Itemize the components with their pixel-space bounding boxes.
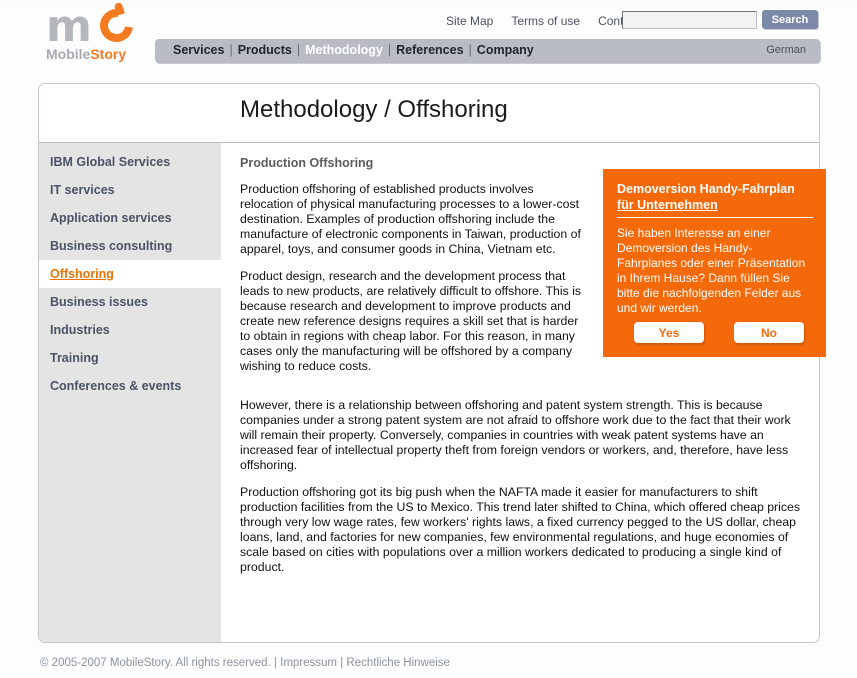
logo-wordmark-primary: Mobile <box>46 46 91 62</box>
logo-wordmark-accent: Story <box>90 46 127 62</box>
sidebar-navigation: IBM Global Services IT services Applicat… <box>39 143 221 642</box>
utility-link-terms-of-use[interactable]: Terms of use <box>511 14 580 28</box>
footer-link-rechtliche-hinweise[interactable]: Rechtliche Hinweise <box>346 657 450 669</box>
sidebar-item-industries[interactable]: Industries <box>39 316 221 344</box>
nav-item-company[interactable]: Company <box>477 43 534 57</box>
main-navigation-bar: Services | Products | Methodology | References… <box>155 39 820 63</box>
content-panel: Methodology / Offshoring IBM Global Serv… <box>38 83 826 643</box>
promo-title: Demoversion Handy-Fahrplan für Unternehm… <box>617 181 812 213</box>
section-title: Production Offshoring <box>240 156 374 170</box>
sidebar-item-ibm-global-services[interactable]: IBM Global Services <box>39 148 221 176</box>
footer-separator-2: | <box>340 657 344 669</box>
logo-mark: m <box>44 1 148 52</box>
page-title: Methodology / Offshoring <box>240 96 508 123</box>
promo-body-text: Sie haben Interesse an einer Demoversion… <box>617 226 806 315</box>
search-button[interactable]: Search <box>762 10 818 29</box>
sidebar-item-offshoring[interactable]: Offshoring <box>39 260 221 288</box>
footer-copyright: © 2005-2007 MobileStory. All rights rese… <box>40 657 271 669</box>
content-paragraph-3: However, there is a relationship between… <box>240 398 791 472</box>
promo-buttons: Yes No <box>634 322 804 343</box>
promo-divider <box>617 217 813 218</box>
main-nav-items: Services | Products | Methodology | References… <box>173 43 534 57</box>
content-paragraph-4: Production offshoring got its big push w… <box>240 485 801 574</box>
nav-separator-3: | <box>387 43 392 57</box>
site-logo[interactable]: m MobileStory <box>44 1 154 64</box>
nav-separator-1: | <box>229 43 233 57</box>
top-texture-strip <box>0 0 857 6</box>
footer-separator-1: | <box>273 657 277 669</box>
sidebar-item-training[interactable]: Training <box>39 344 221 372</box>
sidebar-item-business-consulting[interactable]: Business consulting <box>39 232 221 260</box>
footer: © 2005-2007 MobileStory. All rights rese… <box>40 657 450 669</box>
sidebar-item-application-services[interactable]: Application services <box>39 204 221 232</box>
main-content: Production Offshoring Production offshor… <box>221 143 826 642</box>
content-paragraph-2: Product design, research and the develop… <box>240 269 582 373</box>
promo-box: Demoversion Handy-Fahrplan für Unternehm… <box>603 169 826 357</box>
panel-header: Methodology / Offshoring <box>39 84 819 143</box>
page-root: m MobileStory Site Map Terms of use Contac… <box>0 0 857 678</box>
promo-yes-button[interactable]: Yes <box>634 322 704 343</box>
footer-link-impressum[interactable]: Impressum <box>280 657 337 669</box>
promo-no-button[interactable]: No <box>734 322 804 343</box>
search-input[interactable] <box>622 11 757 29</box>
logo-swirl-icon <box>93 2 140 49</box>
promo-title-line2: für Unternehmen <box>617 198 718 212</box>
sidebar-item-business-issues[interactable]: Business issues <box>39 288 221 316</box>
sidebar-item-conferences-events[interactable]: Conferences & events <box>39 372 221 400</box>
nav-item-references[interactable]: References <box>396 43 463 57</box>
promo-title-line1: Demoversion Handy-Fahrplan <box>617 182 795 196</box>
language-switch-german[interactable]: German <box>766 44 806 56</box>
logo-wordmark: MobileStory <box>46 46 126 62</box>
nav-separator-2: | <box>296 43 301 57</box>
sidebar-item-it-services[interactable]: IT services <box>39 176 221 204</box>
nav-separator-4: | <box>468 43 472 57</box>
logo-m-letter: m <box>46 1 92 52</box>
content-paragraph-1: Production offshoring of established pro… <box>240 182 581 256</box>
panel-body: IBM Global Services IT services Applicat… <box>39 143 826 642</box>
utility-link-site-map[interactable]: Site Map <box>446 14 493 28</box>
nav-item-products[interactable]: Products <box>238 43 292 57</box>
nav-item-services[interactable]: Services <box>173 43 224 57</box>
nav-item-methodology[interactable]: Methodology <box>305 43 383 57</box>
